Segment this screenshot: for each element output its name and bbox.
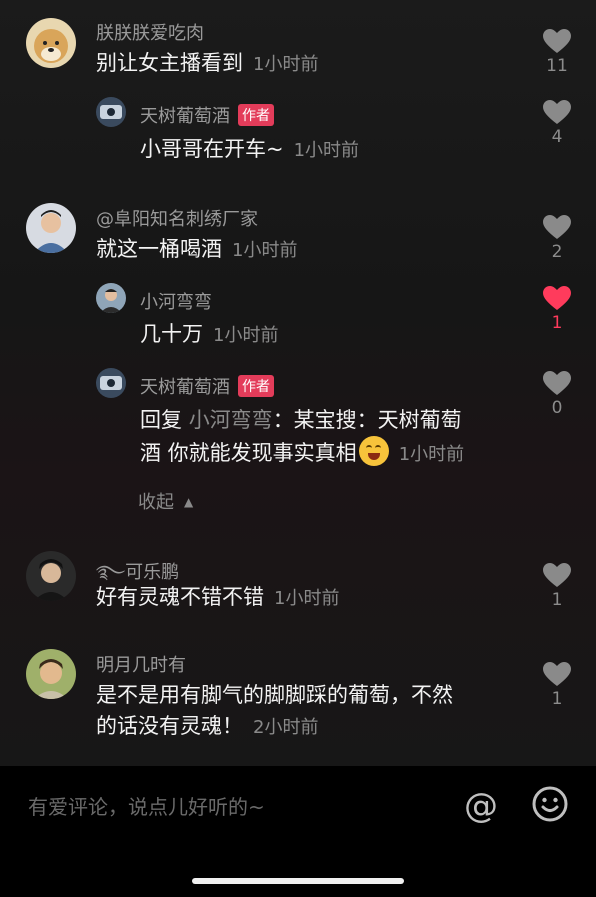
heart-icon (543, 286, 571, 310)
avatar[interactable] (26, 18, 76, 68)
comment-list[interactable]: 朕朕朕爱吃肉 别让女主播看到 1小时前 11 天树葡萄酒 作者 小哥哥在开车~ 1小时… (0, 0, 596, 766)
reply-to-name[interactable]: 小河弯弯 (189, 408, 273, 432)
like-button[interactable]: 0 (538, 370, 576, 418)
comment-time: 1小时前 (274, 588, 340, 609)
heart-icon (543, 215, 571, 239)
avatar[interactable] (96, 368, 126, 398)
squinting-tongue-emoji-icon (358, 436, 389, 466)
comment-body-line1: ：某宝搜：天树葡萄 (272, 408, 462, 432)
author-name: 天树葡萄酒 (140, 106, 230, 127)
comment-text: 几十万 1小时前 (140, 318, 278, 352)
like-button[interactable]: 2 (538, 214, 576, 262)
comment-author[interactable]: @阜阳知名刺绣厂家 (96, 205, 258, 231)
heart-icon (543, 662, 571, 686)
heart-icon (543, 29, 571, 53)
avatar[interactable] (96, 97, 126, 127)
like-count: 1 (551, 689, 563, 709)
comment-body-line2: 酒 你就能发现事实真相 (140, 441, 357, 465)
avatar[interactable] (26, 551, 76, 601)
author-name: 天树葡萄酒 (140, 377, 230, 398)
comment-text: 的话没有灵魂！ 2小时前 (96, 710, 318, 744)
comment-author[interactable]: 朕朕朕爱吃肉 (96, 19, 204, 45)
comment-time: 1小时前 (293, 140, 360, 161)
like-count: 4 (551, 127, 563, 147)
heart-icon (543, 100, 571, 124)
like-button[interactable]: 4 (538, 99, 576, 147)
author-badge: 作者 (238, 104, 274, 126)
comment-body-line1: 是不是用有脚气的脚脚踩的葡萄，不然 (96, 683, 453, 707)
avatar[interactable] (26, 203, 76, 253)
author-badge: 作者 (238, 375, 274, 397)
comment-time: 1小时前 (232, 240, 298, 261)
like-count: 2 (551, 242, 563, 262)
like-button[interactable]: 1 (538, 285, 576, 333)
comment-text: 好有灵魂不错不错 1小时前 (96, 581, 339, 615)
avatar[interactable] (26, 649, 76, 699)
comment-body-line2: 的话没有灵魂！ (96, 714, 243, 738)
like-count: 1 (551, 313, 563, 333)
like-button[interactable]: 1 (538, 562, 576, 610)
comment-body: 别让女主播看到 (96, 51, 243, 75)
comment-text: 回复 小河弯弯：某宝搜：天树葡萄 (140, 404, 462, 436)
comment-time: 2小时前 (253, 717, 319, 738)
triangle-up-icon: ▲ (184, 495, 194, 509)
collapse-replies-button[interactable]: 收起 ▲ (138, 488, 193, 514)
comment-text: 别让女主播看到 1小时前 (96, 47, 318, 81)
comment-author[interactable]: 天树葡萄酒 作者 (140, 373, 274, 399)
avatar[interactable] (96, 283, 126, 313)
comment-text: 就这一桶喝酒 1小时前 (96, 233, 297, 267)
comment-author[interactable]: 天树葡萄酒 作者 (140, 102, 274, 128)
comment-time: 1小时前 (213, 325, 279, 346)
like-button[interactable]: 11 (538, 28, 576, 76)
comment-author[interactable]: 明月几时有 (96, 651, 186, 677)
home-indicator[interactable] (192, 878, 404, 884)
comment-input[interactable]: 有爱评论，说点儿好听的~ (28, 791, 265, 820)
comment-text: 酒 你就能发现事实真相 1小时前 (140, 436, 464, 471)
like-count: 11 (546, 56, 568, 76)
comment-text: 小哥哥在开车~ 1小时前 (140, 133, 359, 167)
comment-body: 小哥哥在开车~ (140, 137, 284, 161)
comment-body: 就这一桶喝酒 (96, 237, 222, 261)
like-button[interactable]: 1 (538, 661, 576, 709)
comment-body: 好有灵魂不错不错 (96, 585, 264, 609)
comment-time: 1小时前 (398, 444, 465, 465)
like-count: 1 (551, 590, 563, 610)
comment-time: 1小时前 (253, 54, 319, 75)
heart-icon (543, 371, 571, 395)
comment-text: 是不是用有脚气的脚脚踩的葡萄，不然 (96, 679, 453, 711)
reply-prefix: 回复 (140, 408, 189, 432)
heart-icon (543, 563, 571, 587)
collapse-label: 收起 (138, 492, 174, 513)
comment-body: 几十万 (140, 322, 203, 346)
like-count: 0 (551, 398, 563, 418)
emoji-icon[interactable] (532, 786, 568, 822)
at-icon[interactable]: @ (464, 786, 498, 826)
comment-input-bar: 有爱评论，说点儿好听的~ @ (0, 766, 596, 897)
comment-author[interactable]: 小河弯弯 (140, 288, 212, 314)
